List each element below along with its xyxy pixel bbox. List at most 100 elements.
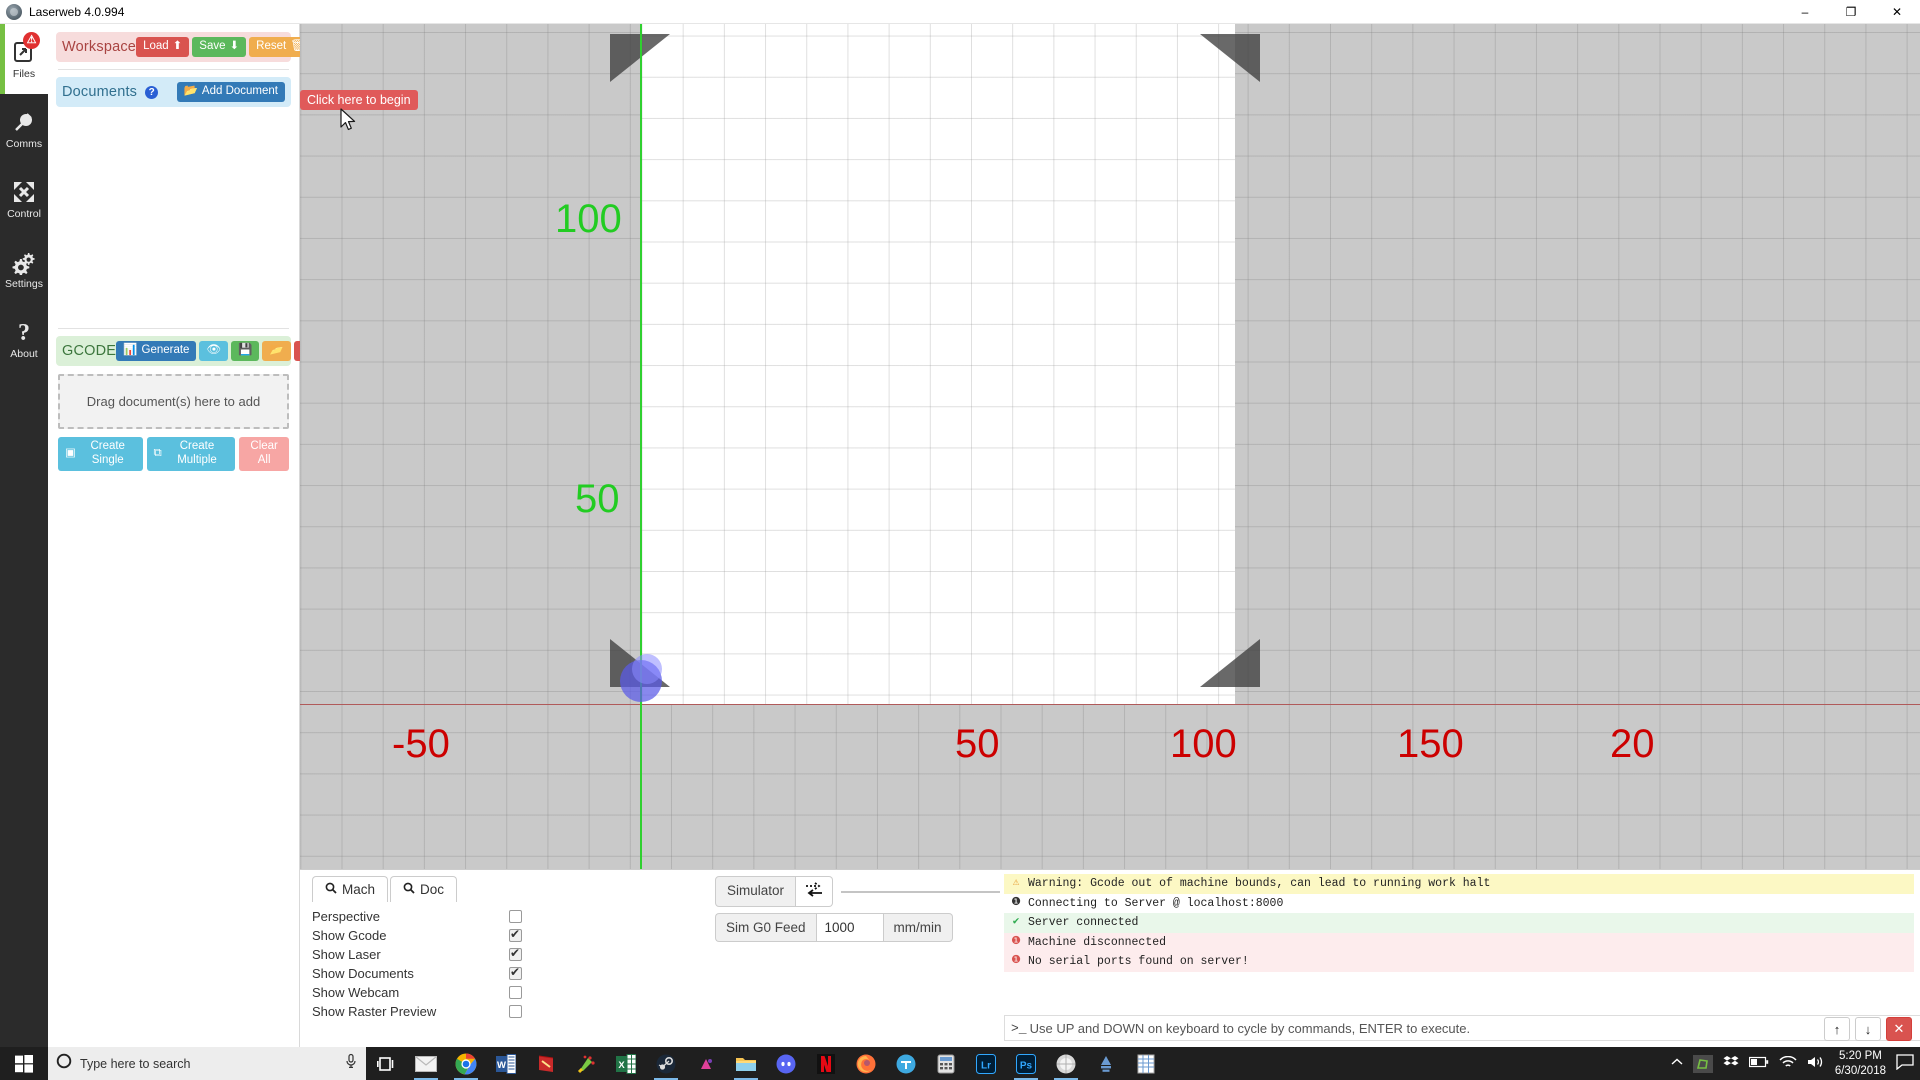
dropbox-icon[interactable] xyxy=(1723,1055,1739,1072)
wifi-icon[interactable] xyxy=(1779,1055,1797,1072)
upload-icon: ⬆ xyxy=(172,40,183,53)
task-view-icon[interactable] xyxy=(366,1047,406,1080)
view-option-label: Show Gcode xyxy=(312,927,387,943)
minimize-button[interactable]: – xyxy=(1782,0,1828,24)
show-raster-preview-checkbox[interactable] xyxy=(509,1004,522,1018)
view-option-show-raster-preview[interactable]: Show Raster Preview xyxy=(312,1002,522,1020)
teams-icon[interactable] xyxy=(886,1047,926,1080)
create-single-button[interactable]: ▣ Create Single xyxy=(58,437,143,471)
tab-doc[interactable]: Doc xyxy=(390,876,458,902)
console-hint-text: Use UP and DOWN on keyboard to cycle by … xyxy=(1029,1020,1471,1036)
workspace-load-button[interactable]: Load ⬆ xyxy=(136,37,190,57)
battery-icon[interactable] xyxy=(1748,1056,1769,1071)
arrows-move-icon xyxy=(11,179,37,205)
gcode-generate-label: Generate xyxy=(141,344,190,357)
gcode-open-button[interactable]: 📂 xyxy=(262,341,291,361)
sim-feed-input[interactable] xyxy=(815,913,884,942)
chrome-icon[interactable] xyxy=(446,1047,486,1080)
sidebar-item-label-settings: Settings xyxy=(5,277,43,290)
lightroom-icon[interactable]: Lr xyxy=(966,1047,1006,1080)
create-multiple-button[interactable]: ⧉ Create Multiple xyxy=(146,437,236,471)
close-button[interactable]: ✕ xyxy=(1874,0,1920,24)
sim-feed-label: Sim G0 Feed xyxy=(715,913,816,942)
tab-mach[interactable]: Mach xyxy=(312,876,389,902)
netflix-icon[interactable] xyxy=(806,1047,846,1080)
laserweb-tray-icon[interactable] xyxy=(1692,1054,1713,1073)
add-document-button[interactable]: 📂 Add Document xyxy=(176,82,285,102)
taskbar-clock[interactable]: 5:20 PM 6/30/2018 xyxy=(1835,1049,1886,1078)
chevron-up-icon[interactable] xyxy=(1671,1057,1683,1070)
photoshop-icon[interactable]: Ps xyxy=(1006,1047,1046,1080)
console-scroll-down-button[interactable]: ↓ xyxy=(1855,1017,1881,1041)
sidebar-item-settings[interactable]: Settings xyxy=(0,234,48,304)
word-icon[interactable]: W xyxy=(486,1047,526,1080)
multi-object-icon: ⧉ xyxy=(153,446,162,459)
single-object-icon: ▣ xyxy=(65,446,76,459)
simulator-toggle-button[interactable] xyxy=(796,876,834,907)
gcode-preview-button[interactable]: 👁 xyxy=(199,341,229,361)
x-axis-line xyxy=(300,704,1920,705)
exchange-arrows-icon xyxy=(804,881,824,902)
add-document-label: Add Document xyxy=(201,85,278,98)
perspective-checkbox[interactable] xyxy=(509,909,522,923)
windows-start-icon[interactable] xyxy=(0,1047,48,1080)
firefox-icon[interactable] xyxy=(846,1047,886,1080)
view-option-perspective[interactable]: Perspective xyxy=(312,907,522,925)
view-option-show-documents[interactable]: Show Documents xyxy=(312,964,522,982)
utorrent-icon[interactable] xyxy=(1086,1047,1126,1080)
console-line-text: Server connected xyxy=(1028,916,1139,930)
sidebar-item-about[interactable]: ? About xyxy=(0,304,48,374)
clear-all-button[interactable]: Clear All xyxy=(239,437,289,471)
excel-icon[interactable]: X xyxy=(606,1047,646,1080)
y-axis-line xyxy=(640,24,642,869)
workspace-save-button[interactable]: Save ⬇ xyxy=(192,37,247,57)
folder-open-icon: 📂 xyxy=(183,85,198,98)
workspace-reset-label: Reset xyxy=(256,40,287,53)
console-clear-button[interactable]: ✕ xyxy=(1886,1017,1912,1041)
x-axis-label-150: 150 xyxy=(1397,722,1464,766)
gcode-save-button[interactable]: 💾 xyxy=(231,341,260,361)
y-axis-label-50: 50 xyxy=(575,477,620,521)
mail-icon[interactable] xyxy=(406,1047,446,1080)
question-circle-icon[interactable]: ? xyxy=(145,85,159,99)
3d-viewport[interactable]: 100 50 -50 50 100 150 20 Click here to b… xyxy=(300,24,1920,869)
sidebar-item-comms[interactable]: Comms xyxy=(0,94,48,164)
sheets-icon[interactable] xyxy=(1126,1047,1166,1080)
floppy-save-icon: 💾 xyxy=(238,344,253,357)
microphone-icon[interactable] xyxy=(344,1053,358,1074)
maximize-button[interactable]: ❐ xyxy=(1828,0,1874,24)
gcode-dropzone[interactable]: Drag document(s) here to add xyxy=(58,374,289,429)
console-log[interactable]: ⚠ Warning: Gcode out of machine bounds, … xyxy=(1004,874,1914,972)
view-option-show-laser[interactable]: Show Laser xyxy=(312,945,522,963)
show-documents-checkbox[interactable] xyxy=(509,965,522,980)
show-webcam-checkbox[interactable] xyxy=(509,985,522,999)
file-explorer-icon[interactable] xyxy=(726,1047,766,1080)
show-gcode-checkbox[interactable] xyxy=(509,927,522,942)
discord-icon[interactable] xyxy=(766,1047,806,1080)
sim-feed-row: Sim G0 Feed mm/min xyxy=(715,913,1000,942)
search-input[interactable]: Type here to search xyxy=(48,1047,366,1080)
system-tray: 5:20 PM 6/30/2018 xyxy=(1671,1049,1920,1078)
console-command-input[interactable]: >_ Use UP and DOWN on keyboard to cycle … xyxy=(1004,1015,1920,1041)
view-option-show-webcam[interactable]: Show Webcam xyxy=(312,983,522,1001)
canvas-area: 100 50 -50 50 100 150 20 Click here to b… xyxy=(300,24,1920,1047)
sidebar-item-control[interactable]: Control xyxy=(0,164,48,234)
view-option-show-gcode[interactable]: Show Gcode xyxy=(312,926,522,944)
browser-icon[interactable] xyxy=(1046,1047,1086,1080)
inkscape-icon[interactable] xyxy=(566,1047,606,1080)
simulator-progress-slider[interactable] xyxy=(833,876,1000,907)
show-laser-checkbox[interactable] xyxy=(509,946,522,961)
gcode-generate-button[interactable]: 📊 Generate xyxy=(116,341,197,361)
gcode-actions: 📊 Generate 👁 💾 📂 🗑 xyxy=(116,341,323,361)
sidebar-item-files[interactable]: ⚠ Files xyxy=(0,24,48,94)
volume-icon[interactable] xyxy=(1807,1055,1825,1072)
x-axis-label-neg50: -50 xyxy=(392,722,450,766)
pink-app-icon[interactable] xyxy=(686,1047,726,1080)
console-scroll-up-button[interactable]: ↑ xyxy=(1824,1017,1850,1041)
documents-list[interactable] xyxy=(56,107,291,321)
click-here-callout: Click here to begin xyxy=(300,90,418,110)
notebook-icon[interactable] xyxy=(526,1047,566,1080)
action-center-icon[interactable] xyxy=(1896,1054,1914,1073)
calculator-icon[interactable] xyxy=(926,1047,966,1080)
steam-icon[interactable] xyxy=(646,1047,686,1080)
